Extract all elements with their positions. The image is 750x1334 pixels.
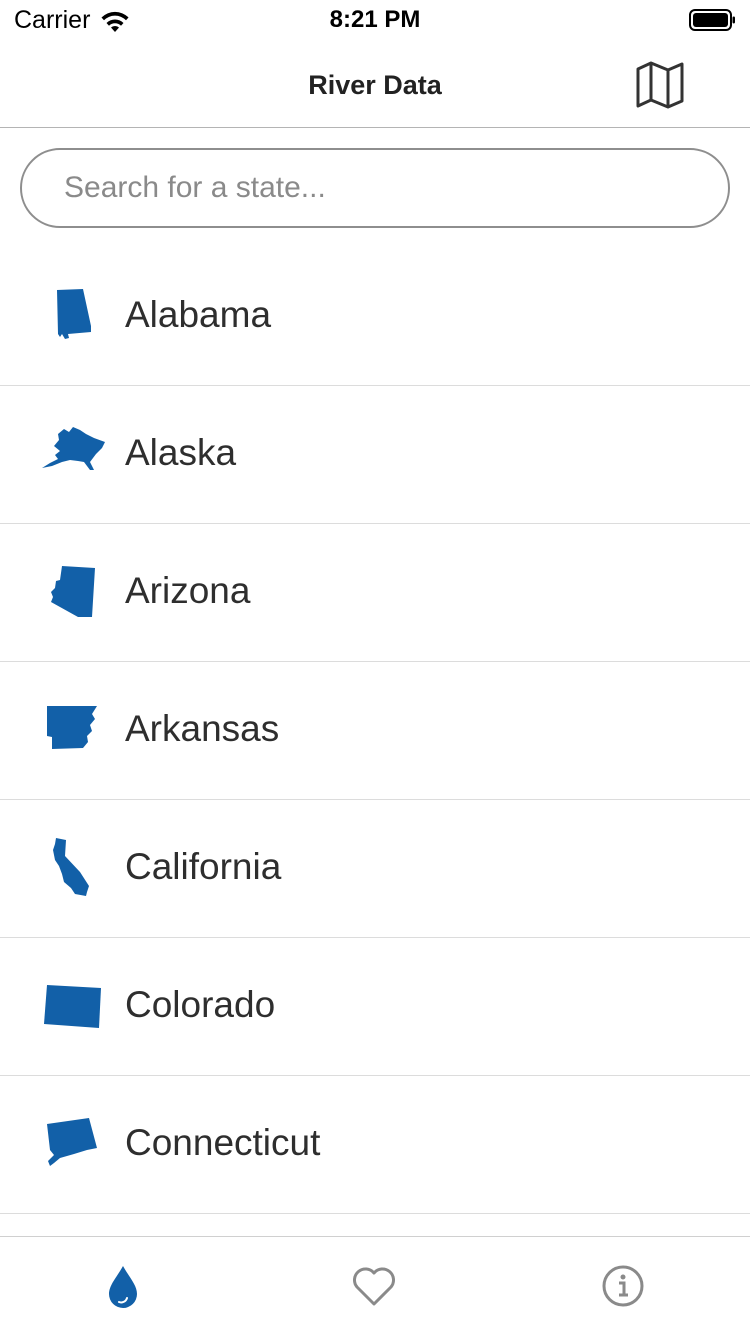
state-list: Alabama Alaska Arizona Arkansas Californ… — [0, 248, 750, 1236]
water-drop-icon — [109, 1266, 137, 1308]
colorado-shape-icon — [44, 985, 101, 1028]
heart-icon — [353, 1267, 395, 1306]
state-name: Alaska — [125, 432, 237, 473]
state-row-california[interactable]: California — [0, 800, 750, 938]
map-button[interactable] — [634, 60, 686, 110]
navigation-bar: River Data — [0, 40, 750, 128]
state-name: California — [125, 846, 282, 887]
state-row-colorado[interactable]: Colorado — [0, 938, 750, 1076]
alabama-shape-icon — [57, 289, 91, 339]
search-bar — [20, 148, 730, 228]
california-shape-icon — [53, 838, 89, 896]
search-input[interactable] — [22, 150, 728, 226]
alaska-shape-icon — [42, 427, 105, 470]
arkansas-shape-icon — [47, 706, 97, 749]
battery-icon — [689, 9, 735, 31]
state-name: Colorado — [125, 984, 276, 1025]
info-icon — [602, 1265, 644, 1307]
state-name: Alabama — [125, 294, 272, 335]
tab-bar — [0, 1236, 750, 1334]
status-time: 8:21 PM — [329, 6, 421, 33]
tab-rivers[interactable] — [98, 1261, 148, 1311]
state-row-arizona[interactable]: Arizona — [0, 524, 750, 662]
map-icon — [636, 61, 684, 109]
state-row-arkansas[interactable]: Arkansas — [0, 662, 750, 800]
status-bar: Carrier 8:21 PM — [0, 0, 750, 40]
state-row-alaska[interactable]: Alaska — [0, 386, 750, 524]
state-row-connecticut[interactable]: Connecticut — [0, 1076, 750, 1214]
state-row-partial[interactable] — [0, 1214, 750, 1236]
state-name: Connecticut — [125, 1122, 321, 1163]
state-row-alabama[interactable]: Alabama — [0, 248, 750, 386]
connecticut-shape-icon — [47, 1118, 97, 1166]
state-name: Arkansas — [125, 708, 280, 749]
tab-info[interactable] — [598, 1261, 648, 1311]
state-name: Arizona — [125, 570, 251, 611]
arizona-shape-icon — [51, 566, 95, 617]
tab-favorites[interactable] — [349, 1261, 399, 1311]
